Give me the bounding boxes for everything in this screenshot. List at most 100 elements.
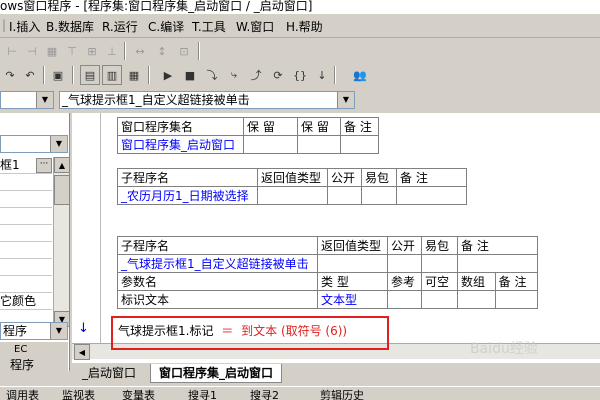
ec-tab[interactable]: EC — [0, 342, 68, 358]
property-row[interactable] — [0, 225, 52, 242]
status-clip-history[interactable]: 剪辑历史 — [320, 387, 364, 400]
table-cell[interactable] — [421, 254, 458, 273]
col-header: 保 留 — [297, 117, 341, 136]
col-header: 子程序名 — [117, 168, 258, 187]
editor-tabs: _启动窗口 窗口程序集_启动窗口 — [72, 363, 600, 383]
align-bottom-icon[interactable]: ⊥ — [102, 41, 122, 61]
layout1-icon[interactable]: ▤ — [80, 65, 100, 85]
assembly-name-cell[interactable]: 窗口程序集_启动窗口 — [117, 135, 244, 154]
preview-icon[interactable]: ▣ — [48, 65, 68, 85]
subroutine-name-cell[interactable]: _农历月历1_日期被选择 — [117, 186, 258, 205]
table-cell[interactable] — [396, 186, 467, 205]
program-combo[interactable]: 程序 ▼ — [0, 322, 68, 340]
layout2-icon[interactable]: ▥ — [102, 65, 122, 85]
menu-insert[interactable]: I.插入 — [9, 18, 40, 35]
same-width-icon[interactable]: ↔ — [130, 41, 150, 61]
step-icon[interactable]: ⤵ — [202, 65, 222, 85]
status-search2[interactable]: 搜寻2 — [250, 387, 279, 400]
standard-toolbar: ↷ ↶ ▣ ▤ ▥ ▦ ▶ ■ ⤵ ⤷ ⤴ ⟳ {} ↓ 👥 — [0, 63, 600, 89]
align-left-icon[interactable]: ⊢ — [2, 41, 22, 61]
step-out-icon[interactable]: ⟳ — [268, 65, 288, 85]
users-icon[interactable]: 👥 — [350, 65, 370, 85]
table-cell[interactable] — [387, 254, 422, 273]
menu-help[interactable]: H.帮助 — [286, 18, 323, 35]
chevron-down-icon[interactable]: ▼ — [50, 323, 67, 339]
property-row[interactable] — [0, 208, 52, 225]
col-header: 参考 — [387, 272, 422, 291]
property-scrollbar[interactable]: ▲ ▼ — [53, 157, 70, 327]
program-tab[interactable]: 程序 — [0, 358, 68, 372]
assembly-table: 窗口程序集名 保 留 保 留 备 注 窗口程序集_启动窗口 — [117, 117, 379, 154]
toolbar-separator — [72, 66, 74, 84]
table-cell[interactable] — [340, 135, 379, 154]
col-header: 参数名 — [117, 272, 318, 291]
status-search1[interactable]: 搜寻1 — [188, 387, 217, 400]
table-cell[interactable] — [361, 186, 397, 205]
property-row[interactable] — [0, 259, 52, 276]
menu-tools[interactable]: T.工具 — [192, 18, 226, 35]
status-var-table[interactable]: 变量表 — [122, 387, 155, 400]
table-cell[interactable] — [297, 135, 341, 154]
same-height-icon[interactable]: ↕ — [152, 41, 172, 61]
table-cell[interactable] — [457, 290, 496, 309]
tab-startup-window[interactable]: _启动窗口 — [74, 364, 145, 382]
table-cell[interactable] — [457, 254, 538, 273]
align-center-icon[interactable]: ⊣ — [22, 41, 42, 61]
run-icon[interactable]: ▶ — [158, 65, 178, 85]
col-header: 备 注 — [340, 117, 379, 136]
property-object-combo[interactable]: ▼ — [0, 135, 68, 153]
property-row-color[interactable]: 它颜色 — [0, 293, 52, 310]
layout3-icon[interactable]: ▦ — [124, 65, 144, 85]
property-row[interactable] — [0, 242, 52, 259]
status-call-table[interactable]: 调用表 — [6, 387, 39, 400]
redo-icon[interactable]: ↷ — [0, 65, 20, 85]
col-header: 公开 — [327, 168, 362, 187]
step-into-icon[interactable]: ⤷ — [224, 65, 244, 85]
braces-icon[interactable]: {} — [290, 65, 310, 85]
menu-compile[interactable]: C.编译 — [148, 18, 184, 35]
subroutine-name-cell[interactable]: _气球提示框1_自定义超链接被单击 — [117, 254, 318, 273]
chevron-down-icon[interactable]: ▼ — [50, 136, 67, 152]
param-type-cell[interactable]: 文本型 — [317, 290, 388, 309]
left-combo[interactable]: ▼ — [0, 91, 54, 109]
tab-assembly[interactable]: 窗口程序集_启动窗口 — [150, 364, 283, 383]
chevron-down-icon[interactable]: ▼ — [337, 92, 354, 108]
table-cell[interactable] — [327, 186, 362, 205]
step-over-icon[interactable]: ⤴ — [246, 65, 266, 85]
property-row[interactable] — [0, 174, 52, 191]
col-header: 保 留 — [243, 117, 298, 136]
col-header: 备 注 — [457, 236, 538, 255]
table-cell[interactable] — [317, 254, 388, 273]
status-watch-table[interactable]: 监视表 — [62, 387, 95, 400]
run-to-cursor-icon[interactable]: ↓ — [312, 65, 332, 85]
align-top-icon[interactable]: ⊤ — [62, 41, 82, 61]
stop-icon[interactable]: ■ — [180, 65, 200, 85]
menu-run[interactable]: R.运行 — [102, 18, 138, 35]
menu-grip: | — [2, 18, 7, 32]
col-header: 公开 — [387, 236, 422, 255]
param-name-cell[interactable]: 标识文本 — [117, 290, 318, 309]
undo-icon[interactable]: ↶ — [20, 65, 40, 85]
align-mid-icon[interactable]: ⊞ — [82, 41, 102, 61]
property-row[interactable] — [0, 276, 52, 293]
scroll-thumb[interactable] — [54, 175, 70, 205]
menu-window[interactable]: W.窗口 — [236, 18, 274, 35]
col-header: 数组 — [457, 272, 496, 291]
ellipsis-button[interactable]: ··· — [36, 158, 52, 173]
table-cell[interactable] — [494, 290, 539, 309]
subroutine-combo[interactable]: _气球提示框1_自定义超链接被单击 ▼ — [59, 91, 355, 109]
col-header: 返回值类型 — [317, 236, 388, 255]
same-size-icon[interactable]: ⊡ — [174, 41, 194, 61]
property-row-selected[interactable]: 框1 ··· — [0, 157, 52, 174]
property-row[interactable] — [0, 191, 52, 208]
align-grid-icon[interactable]: ▦ — [42, 41, 62, 61]
table-cell[interactable] — [387, 290, 422, 309]
scroll-up-icon[interactable]: ▲ — [54, 157, 70, 173]
scroll-left-icon[interactable]: ◀ — [74, 344, 90, 360]
col-header: 备 注 — [494, 272, 539, 291]
table-cell[interactable] — [421, 290, 458, 309]
table-cell[interactable] — [243, 135, 298, 154]
table-cell[interactable] — [257, 186, 328, 205]
menu-database[interactable]: B.数据库 — [46, 18, 94, 35]
chevron-down-icon[interactable]: ▼ — [36, 92, 53, 108]
